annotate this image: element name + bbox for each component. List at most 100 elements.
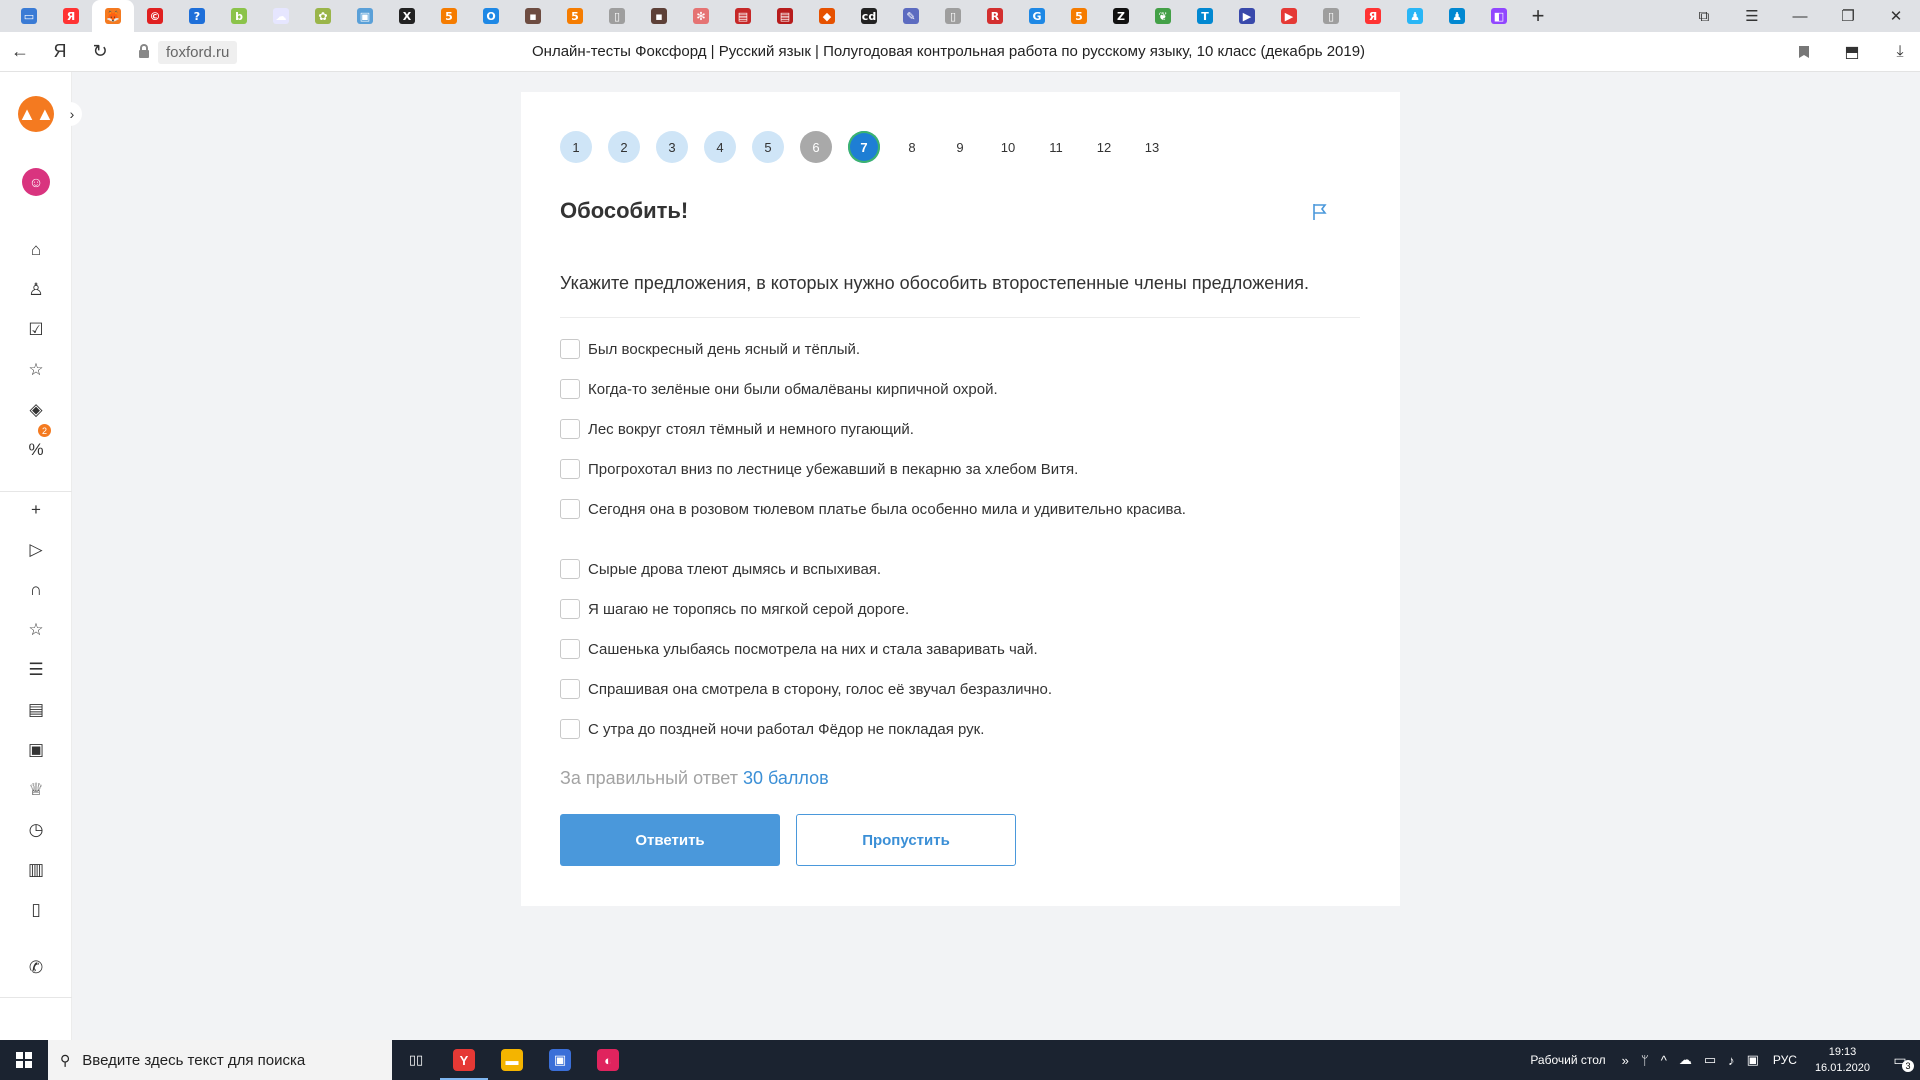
answer-option[interactable]: Сашенька улыбаясь посмотрела на них и ст… [560, 639, 1038, 659]
tag-icon[interactable]: ◈ [24, 398, 48, 422]
browser-tab[interactable]: ▤ [764, 0, 806, 32]
answer-checkbox[interactable] [560, 559, 580, 579]
browser-tab[interactable]: 5 [554, 0, 596, 32]
browser-tab[interactable]: ▪ [512, 0, 554, 32]
browser-tab[interactable]: ▯ [932, 0, 974, 32]
plus-icon[interactable]: + [24, 498, 48, 522]
browser-tab[interactable]: ☁ [260, 0, 302, 32]
list-icon[interactable]: ☰ [24, 658, 48, 682]
clock[interactable]: 19:13 16.01.2020 [1815, 1044, 1870, 1076]
taskbar-app[interactable]: Y [440, 1040, 488, 1080]
back-button[interactable]: ← [0, 32, 40, 72]
sidebar-expand-button[interactable]: › [62, 102, 82, 126]
tray-chevron-icon[interactable]: » [1622, 1053, 1629, 1068]
answer-option[interactable]: Был воскресный день ясный и тёплый. [560, 339, 860, 359]
browser-tab[interactable]: ✻ [680, 0, 722, 32]
question-step[interactable]: 5 [752, 131, 784, 163]
taskbar-app[interactable]: ▯▯ [392, 1040, 440, 1080]
browser-tab[interactable]: Z [1100, 0, 1142, 32]
browser-tab[interactable]: O [470, 0, 512, 32]
browser-tab[interactable]: ▶ [1268, 0, 1310, 32]
phone-icon[interactable]: ✆ [24, 956, 48, 980]
star-icon[interactable]: ☆ [24, 618, 48, 642]
browser-tab[interactable]: ▯ [1310, 0, 1352, 32]
language-indicator[interactable]: РУС [1773, 1053, 1797, 1067]
bookmarks-icon[interactable]: ⧉ [1680, 0, 1728, 32]
new-tab-button[interactable]: + [1520, 0, 1556, 32]
collections-icon[interactable]: ⬒ [1824, 32, 1880, 72]
checklist-icon[interactable]: ☑ [24, 318, 48, 342]
bookmark-icon[interactable] [1784, 32, 1824, 72]
bus-icon[interactable]: ▣ [24, 738, 48, 762]
browser-tab[interactable]: ◆ [806, 0, 848, 32]
close-button[interactable]: ✕ [1872, 0, 1920, 32]
book-icon[interactable]: ▯ [24, 898, 48, 922]
browser-tab[interactable]: ▣ [344, 0, 386, 32]
question-step[interactable]: 10 [992, 131, 1024, 163]
question-step[interactable]: 3 [656, 131, 688, 163]
store-icon[interactable]: ▤ [24, 698, 48, 722]
answer-checkbox[interactable] [560, 379, 580, 399]
desktop-toolbar[interactable]: Рабочий стол [1530, 1053, 1605, 1067]
answer-option[interactable]: Прогрохотал вниз по лестнице убежавший в… [560, 459, 1078, 479]
flag-icon[interactable] [1310, 202, 1330, 222]
browser-tab[interactable]: X [386, 0, 428, 32]
answer-option[interactable]: Я шагаю не торопясь по мягкой серой доро… [560, 599, 909, 619]
minimize-button[interactable]: — [1776, 0, 1824, 32]
show-hidden-icon[interactable]: ^ [1661, 1053, 1667, 1068]
question-step[interactable]: 11 [1040, 131, 1072, 163]
answer-checkbox[interactable] [560, 719, 580, 739]
question-step[interactable]: 12 [1088, 131, 1120, 163]
clock-icon[interactable]: ◷ [24, 818, 48, 842]
star-icon[interactable]: ☆ [24, 358, 48, 382]
headphones-icon[interactable]: ∩ [24, 578, 48, 602]
menu-icon[interactable]: ☰ [1728, 0, 1776, 32]
taskbar-app[interactable]: ◐ [584, 1040, 632, 1080]
browser-tab[interactable]: ▯ [596, 0, 638, 32]
browser-tab[interactable]: ❦ [1142, 0, 1184, 32]
skip-button[interactable]: Пропустить [796, 814, 1016, 866]
avatar[interactable]: ☺ [22, 168, 50, 196]
answer-checkbox[interactable] [560, 419, 580, 439]
percent-icon[interactable]: % [24, 438, 48, 462]
people-icon[interactable]: ᛘ [1641, 1053, 1649, 1068]
reload-button[interactable]: ↻ [80, 32, 120, 72]
browser-tab[interactable]: ♟ [1394, 0, 1436, 32]
foxford-logo[interactable]: ▲▲ [18, 96, 54, 132]
answer-option[interactable]: С утра до поздней ночи работал Фёдор не … [560, 719, 984, 739]
answer-checkbox[interactable] [560, 459, 580, 479]
restore-button[interactable]: ❐ [1824, 0, 1872, 32]
downloads-icon[interactable]: ⤓ [1880, 32, 1920, 72]
answer-checkbox[interactable] [560, 499, 580, 519]
question-step[interactable]: 2 [608, 131, 640, 163]
display-icon[interactable]: ▣ [1747, 1052, 1759, 1068]
briefcase-icon[interactable]: ▥ [24, 858, 48, 882]
question-step[interactable]: 4 [704, 131, 736, 163]
answer-button[interactable]: Ответить [560, 814, 780, 866]
question-step[interactable]: 6 [800, 131, 832, 163]
question-step[interactable]: 7 [848, 131, 880, 163]
taskbar-app[interactable]: ▬ [488, 1040, 536, 1080]
browser-tab[interactable]: 🦊 [92, 0, 134, 32]
browser-tab[interactable]: ▶ [1226, 0, 1268, 32]
browser-tab[interactable]: cd [848, 0, 890, 32]
play-square-icon[interactable]: ▷ [24, 538, 48, 562]
battery-icon[interactable]: ▭ [1704, 1052, 1716, 1068]
question-step[interactable]: 13 [1136, 131, 1168, 163]
answer-option[interactable]: Сегодня она в розовом тюлевом платье был… [560, 499, 1186, 519]
browser-tab[interactable]: ? [176, 0, 218, 32]
answer-option[interactable]: Сырые дрова тлеют дымясь и вспыхивая. [560, 559, 881, 579]
browser-tab[interactable]: b [218, 0, 260, 32]
answer-option[interactable]: Когда-то зелёные они были обмалёваны кир… [560, 379, 998, 399]
browser-tab[interactable]: Я [50, 0, 92, 32]
browser-tab[interactable]: T [1184, 0, 1226, 32]
answer-checkbox[interactable] [560, 679, 580, 699]
yandex-home-button[interactable]: Я [40, 32, 80, 72]
browser-tab[interactable]: R [974, 0, 1016, 32]
answer-checkbox[interactable] [560, 599, 580, 619]
user-icon[interactable]: ♙ [24, 278, 48, 302]
home-icon[interactable]: ⌂ [24, 238, 48, 262]
taskbar-search[interactable]: ⚲ Введите здесь текст для поиска [48, 1040, 392, 1080]
question-step[interactable]: 9 [944, 131, 976, 163]
browser-tab[interactable]: ▪ [638, 0, 680, 32]
